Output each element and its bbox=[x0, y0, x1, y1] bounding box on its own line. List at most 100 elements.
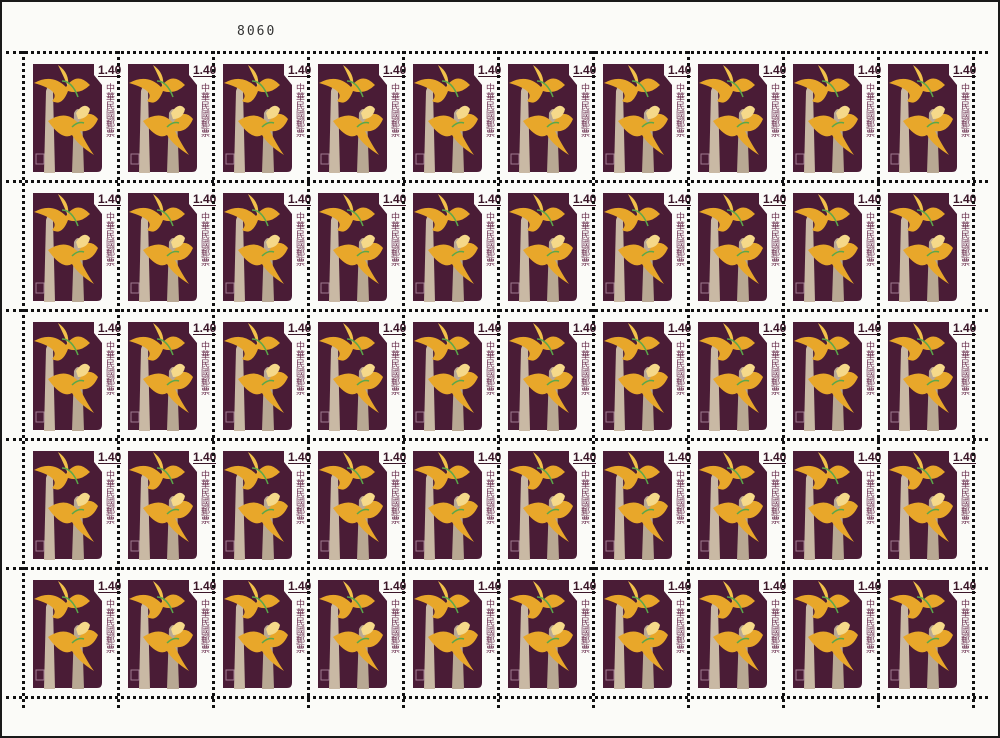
stamp: 1.40 中華民國郵票 bbox=[592, 51, 692, 180]
stamp: 1.40 中華民國郵票 bbox=[22, 309, 122, 438]
perforation-column bbox=[212, 51, 215, 708]
stamp: 1.40 中華民國郵票 bbox=[782, 51, 882, 180]
country-name: 中華民國郵票 bbox=[959, 83, 969, 137]
country-name: 中華民國郵票 bbox=[389, 599, 399, 653]
country-name: 中華民國郵票 bbox=[959, 212, 969, 266]
perforation-column bbox=[402, 51, 405, 708]
stamp: 1.40 中華民國郵票 bbox=[117, 438, 217, 567]
country-name: 中華民國郵票 bbox=[104, 341, 114, 395]
stamp: 1.40 中華民國郵票 bbox=[307, 567, 407, 696]
stamp: 1.40 中華民國郵票 bbox=[687, 180, 787, 309]
country-name: 中華民國郵票 bbox=[769, 341, 779, 395]
stamp: 1.40 中華民國郵票 bbox=[782, 180, 882, 309]
stamp: 1.40 中華民國郵票 bbox=[117, 51, 217, 180]
country-name: 中華民國郵票 bbox=[769, 470, 779, 524]
stamp: 1.40 中華民國郵票 bbox=[687, 51, 787, 180]
stamp: 1.40 中華民國郵票 bbox=[307, 51, 407, 180]
stamp: 1.40 中華民國郵票 bbox=[212, 180, 312, 309]
perforation-column bbox=[307, 51, 310, 708]
stamp: 1.40 中華民國郵票 bbox=[877, 51, 977, 180]
perforation-column bbox=[592, 51, 595, 708]
country-name: 中華民國郵票 bbox=[959, 599, 969, 653]
country-name: 中華民國郵票 bbox=[864, 212, 874, 266]
country-name: 中華民國郵票 bbox=[294, 470, 304, 524]
country-name: 中華民國郵票 bbox=[389, 212, 399, 266]
stamp: 1.40 中華民國郵票 bbox=[307, 438, 407, 567]
country-name: 中華民國郵票 bbox=[769, 83, 779, 137]
country-name: 中華民國郵票 bbox=[294, 341, 304, 395]
country-name: 中華民國郵票 bbox=[389, 470, 399, 524]
perforation-column bbox=[497, 51, 500, 708]
country-name: 中華民國郵票 bbox=[104, 470, 114, 524]
stamp: 1.40 中華民國郵票 bbox=[687, 567, 787, 696]
country-name: 中華民國郵票 bbox=[294, 599, 304, 653]
stamp: 1.40 中華民國郵票 bbox=[592, 180, 692, 309]
country-name: 中華民國郵票 bbox=[674, 470, 684, 524]
country-name: 中華民國郵票 bbox=[579, 212, 589, 266]
country-name: 中華民國郵票 bbox=[294, 83, 304, 137]
country-name: 中華民國郵票 bbox=[199, 83, 209, 137]
country-name: 中華民國郵票 bbox=[104, 212, 114, 266]
stamp: 1.40 中華民國郵票 bbox=[22, 438, 122, 567]
country-name: 中華民國郵票 bbox=[864, 83, 874, 137]
country-name: 中華民國郵票 bbox=[579, 470, 589, 524]
stamp: 1.40 中華民國郵票 bbox=[22, 180, 122, 309]
country-name: 中華民國郵票 bbox=[484, 212, 494, 266]
country-name: 中華民國郵票 bbox=[579, 341, 589, 395]
stamp: 1.40 中華民國郵票 bbox=[497, 51, 597, 180]
stamp: 1.40 中華民國郵票 bbox=[212, 51, 312, 180]
country-name: 中華民國郵票 bbox=[484, 83, 494, 137]
country-name: 中華民國郵票 bbox=[959, 341, 969, 395]
stamp: 1.40 中華民國郵票 bbox=[497, 309, 597, 438]
stamp: 1.40 中華民國郵票 bbox=[592, 309, 692, 438]
perforation-column bbox=[782, 51, 785, 708]
stamp: 1.40 中華民國郵票 bbox=[877, 180, 977, 309]
country-name: 中華民國郵票 bbox=[579, 83, 589, 137]
perforation-column bbox=[117, 51, 120, 708]
stamp: 1.40 中華民國郵票 bbox=[402, 438, 502, 567]
stamp: 1.40 中華民國郵票 bbox=[782, 567, 882, 696]
sheet-control-number: 8060 bbox=[237, 24, 277, 39]
stamp: 1.40 中華民國郵票 bbox=[307, 180, 407, 309]
stamp: 1.40 中華民國郵票 bbox=[117, 180, 217, 309]
stamp: 1.40 中華民國郵票 bbox=[402, 567, 502, 696]
stamp: 1.40 中華民國郵票 bbox=[782, 309, 882, 438]
country-name: 中華民國郵票 bbox=[199, 470, 209, 524]
country-name: 中華民國郵票 bbox=[104, 83, 114, 137]
stamp: 1.40 中華民國郵票 bbox=[592, 438, 692, 567]
country-name: 中華民國郵票 bbox=[769, 599, 779, 653]
stamp: 1.40 中華民國郵票 bbox=[22, 51, 122, 180]
country-name: 中華民國郵票 bbox=[294, 212, 304, 266]
stamp: 1.40 中華民國郵票 bbox=[117, 567, 217, 696]
country-name: 中華民國郵票 bbox=[579, 599, 589, 653]
stamp: 1.40 中華民國郵票 bbox=[877, 438, 977, 567]
country-name: 中華民國郵票 bbox=[199, 599, 209, 653]
stamp: 1.40 中華民國郵票 bbox=[212, 567, 312, 696]
stamp: 1.40 中華民國郵票 bbox=[497, 180, 597, 309]
country-name: 中華民國郵票 bbox=[674, 212, 684, 266]
stamp: 1.40 中華民國郵票 bbox=[212, 309, 312, 438]
country-name: 中華民國郵票 bbox=[959, 470, 969, 524]
perforation-column bbox=[877, 51, 880, 708]
stamp: 1.40 中華民國郵票 bbox=[117, 309, 217, 438]
stamp-sheet: 8060 1.40 中華民國郵票 1.40 中華民國郵票 1.40 中華民國郵票… bbox=[2, 2, 998, 736]
country-name: 中華民國郵票 bbox=[864, 599, 874, 653]
stamp: 1.40 中華民國郵票 bbox=[877, 309, 977, 438]
country-name: 中華民國郵票 bbox=[674, 599, 684, 653]
country-name: 中華民國郵票 bbox=[104, 599, 114, 653]
country-name: 中華民國郵票 bbox=[389, 83, 399, 137]
stamp: 1.40 中華民國郵票 bbox=[687, 309, 787, 438]
country-name: 中華民國郵票 bbox=[484, 470, 494, 524]
country-name: 中華民國郵票 bbox=[199, 341, 209, 395]
country-name: 中華民國郵票 bbox=[674, 83, 684, 137]
country-name: 中華民國郵票 bbox=[769, 212, 779, 266]
perforation-column bbox=[687, 51, 690, 708]
stamp: 1.40 中華民國郵票 bbox=[497, 567, 597, 696]
stamp: 1.40 中華民國郵票 bbox=[687, 438, 787, 567]
stamp: 1.40 中華民國郵票 bbox=[592, 567, 692, 696]
country-name: 中華民國郵票 bbox=[484, 599, 494, 653]
stamp: 1.40 中華民國郵票 bbox=[22, 567, 122, 696]
country-name: 中華民國郵票 bbox=[674, 341, 684, 395]
country-name: 中華民國郵票 bbox=[199, 212, 209, 266]
stamp: 1.40 中華民國郵票 bbox=[497, 438, 597, 567]
